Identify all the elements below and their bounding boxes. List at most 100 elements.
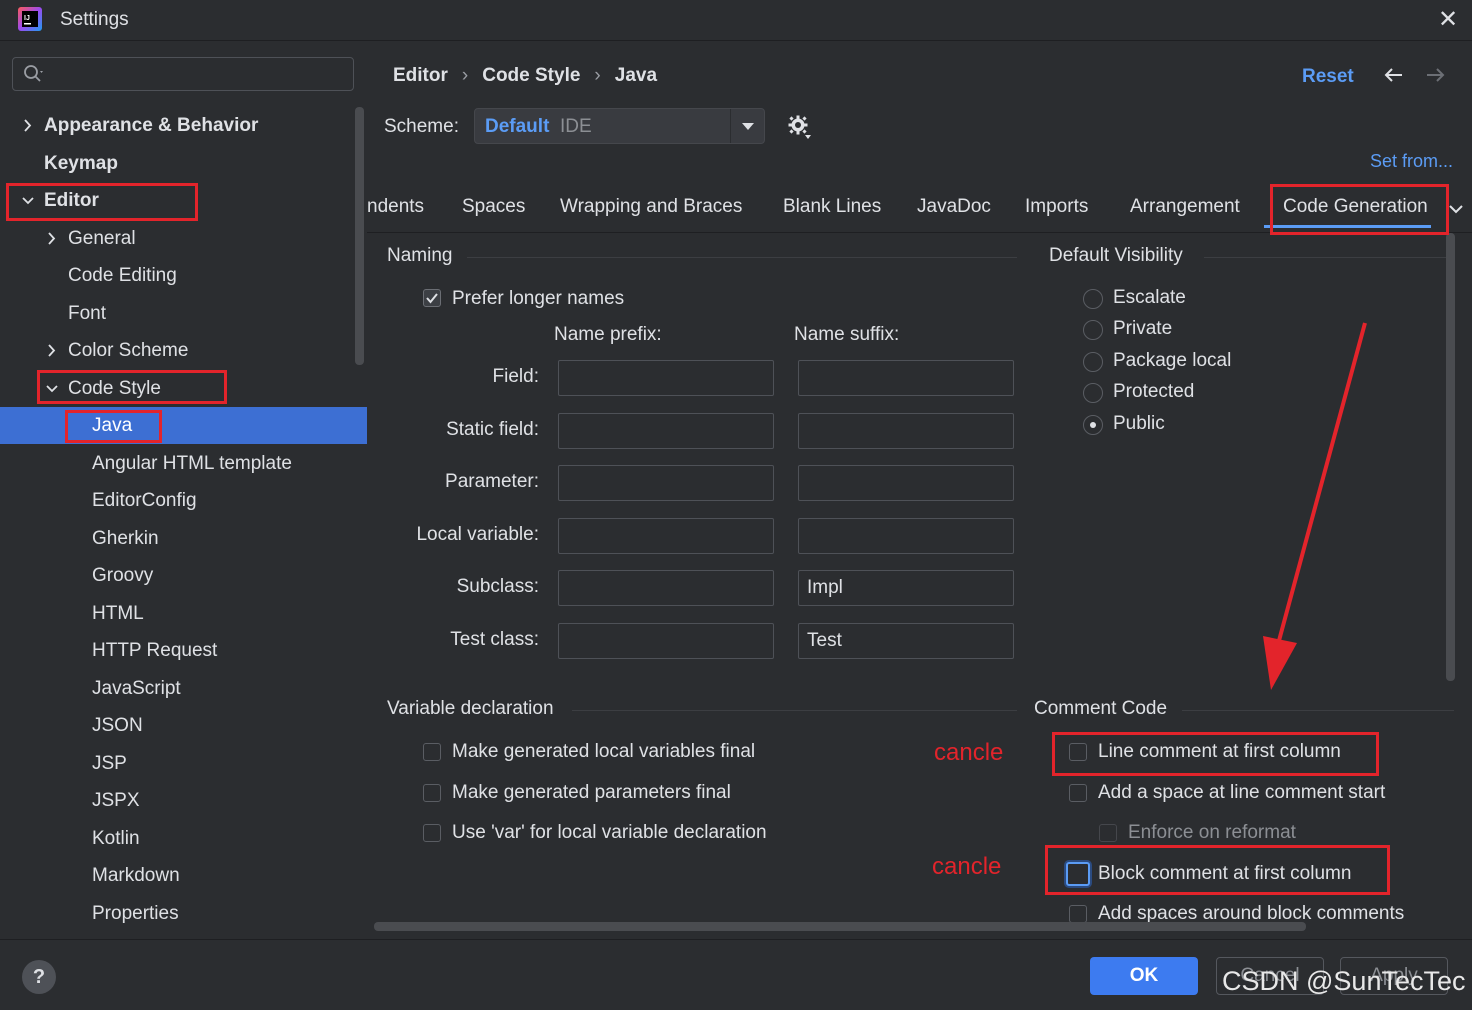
sidebar-item-font[interactable]: Font [0,295,367,332]
local-variable-suffix-input[interactable] [798,518,1014,554]
visibility-private-label[interactable]: Private [1113,318,1172,340]
chevron-right-icon [24,119,32,132]
sidebar-item-properties[interactable]: Properties [0,895,367,932]
local-variable-prefix-input[interactable] [558,518,774,554]
scheme-type: IDE [560,116,592,137]
sidebar-item-groovy[interactable]: Groovy [0,557,367,594]
static-field-label: Static field: [446,419,539,440]
ok-button[interactable]: OK [1090,957,1198,995]
sidebar-item-html[interactable]: HTML [0,595,367,632]
tab-code-generation[interactable]: Code Generation [1283,196,1428,218]
dialog-footer: ? OK Cancel Apply CSDN @SunTecTec [0,939,1472,1010]
visibility-escalate-radio[interactable] [1083,289,1103,309]
sidebar-item-keymap[interactable]: Keymap [0,145,367,182]
sidebar-item-javascript[interactable]: JavaScript [0,670,367,707]
final-locals-checkbox[interactable] [423,743,441,761]
final-params-checkbox[interactable] [423,784,441,802]
line-comment-space-label: Add a space at line comment start [1098,782,1386,803]
cancel-button[interactable]: Cancel [1216,957,1324,995]
annotation-note-2: cancle [932,853,1002,880]
set-from-link[interactable]: Set from... [1370,151,1453,172]
reset-link[interactable]: Reset [1302,66,1354,88]
gear-icon[interactable] [787,114,813,140]
breadcrumb-item-code-style[interactable]: Code Style [482,65,580,87]
enforce-on-reformat-checkbox[interactable] [1099,824,1117,842]
arrow-right-icon[interactable] [1423,63,1447,87]
svg-text:IJ: IJ [24,15,30,22]
sidebar-item-editorconfig[interactable]: EditorConfig [0,482,367,519]
block-comment-first-column-checkbox[interactable] [1066,862,1090,886]
breadcrumb-separator: › [461,65,469,86]
sidebar-item-markdown[interactable]: Markdown [0,857,367,894]
visibility-public-label[interactable]: Public [1113,413,1165,435]
annotation-note-1: cancle [934,739,1004,766]
prefer-longer-names-checkbox[interactable] [423,289,441,307]
visibility-escalate-label[interactable]: Escalate [1113,287,1186,309]
section-divider [1204,257,1454,258]
sidebar-item-label: JSP [92,753,127,774]
parameter-prefix-input[interactable] [558,465,774,501]
sidebar-item-label: JSPX [92,790,140,811]
visibility-protected-radio[interactable] [1083,383,1103,403]
dropdown-arrow-icon [730,109,754,143]
tab-indents[interactable]: ndents [367,196,424,218]
breadcrumb-item-editor[interactable]: Editor [393,65,448,87]
sidebar-item-code-style[interactable]: Code Style [0,370,367,407]
visibility-private-radio[interactable] [1083,320,1103,340]
search-icon [24,65,43,82]
window-title: Settings [60,9,129,30]
sidebar-item-jspx[interactable]: JSPX [0,782,367,819]
sidebar-item-color-scheme[interactable]: Color Scheme [0,332,367,369]
apply-button[interactable]: Apply [1340,957,1448,995]
parameter-suffix-input[interactable] [798,465,1014,501]
sidebar-item-http-request[interactable]: HTTP Request [0,632,367,669]
tab-wrapping-braces[interactable]: Wrapping and Braces [560,196,742,218]
chevron-down-icon[interactable] [1445,198,1467,220]
sidebar-item-general[interactable]: General [0,220,367,257]
tab-spaces[interactable]: Spaces [462,196,525,218]
field-suffix-input[interactable] [798,360,1014,396]
static-field-suffix-input[interactable] [798,413,1014,449]
sidebar-item-editor[interactable]: Editor [0,182,367,219]
tab-arrangement[interactable]: Arrangement [1130,196,1240,218]
visibility-public-radio[interactable] [1083,415,1103,435]
visibility-package-local-radio[interactable] [1083,352,1103,372]
content-vertical-scrollbar[interactable] [1446,233,1455,681]
test-class-suffix-input[interactable] [798,623,1014,659]
sidebar-item-code-editing[interactable]: Code Editing [0,257,367,294]
use-var-checkbox[interactable] [423,824,441,842]
close-icon[interactable]: ✕ [1434,6,1462,34]
sidebar-item-jsp[interactable]: JSP [0,745,367,782]
line-comment-space-checkbox[interactable] [1069,784,1087,802]
sidebar-item-gherkin[interactable]: Gherkin [0,520,367,557]
parameter-label: Parameter: [445,471,539,492]
field-label: Field: [492,366,539,387]
sidebar-item-appearance-behavior[interactable]: Appearance & Behavior [0,107,367,144]
sidebar-item-java[interactable]: Java [0,407,367,444]
subclass-prefix-input[interactable] [558,570,774,606]
sidebar-item-kotlin[interactable]: Kotlin [0,820,367,857]
search-input[interactable] [53,62,347,88]
scheme-dropdown[interactable]: Default IDE [474,108,765,144]
visibility-protected-label[interactable]: Protected [1113,381,1194,403]
tab-blank-lines[interactable]: Blank Lines [783,196,881,218]
test-class-label: Test class: [450,629,539,650]
visibility-package-local-label[interactable]: Package local [1113,350,1231,372]
content-horizontal-scrollbar[interactable] [374,922,1306,931]
sidebar-scrollbar[interactable] [355,107,364,365]
help-icon[interactable]: ? [22,960,56,994]
sidebar-item-json[interactable]: JSON [0,707,367,744]
arrow-left-icon[interactable] [1382,63,1406,87]
test-class-prefix-input[interactable] [558,623,774,659]
static-field-prefix-input[interactable] [558,413,774,449]
final-locals-label: Make generated local variables final [452,741,756,762]
subclass-suffix-input[interactable] [798,570,1014,606]
block-comment-spaces-checkbox[interactable] [1069,905,1087,923]
sidebar-item-angular-html[interactable]: Angular HTML template [0,445,367,482]
line-comment-first-column-checkbox[interactable] [1069,743,1087,761]
field-prefix-input[interactable] [558,360,774,396]
search-field[interactable] [12,57,354,91]
tab-javadoc[interactable]: JavaDoc [917,196,991,218]
tab-imports[interactable]: Imports [1025,196,1088,218]
final-params-label: Make generated parameters final [452,782,731,803]
